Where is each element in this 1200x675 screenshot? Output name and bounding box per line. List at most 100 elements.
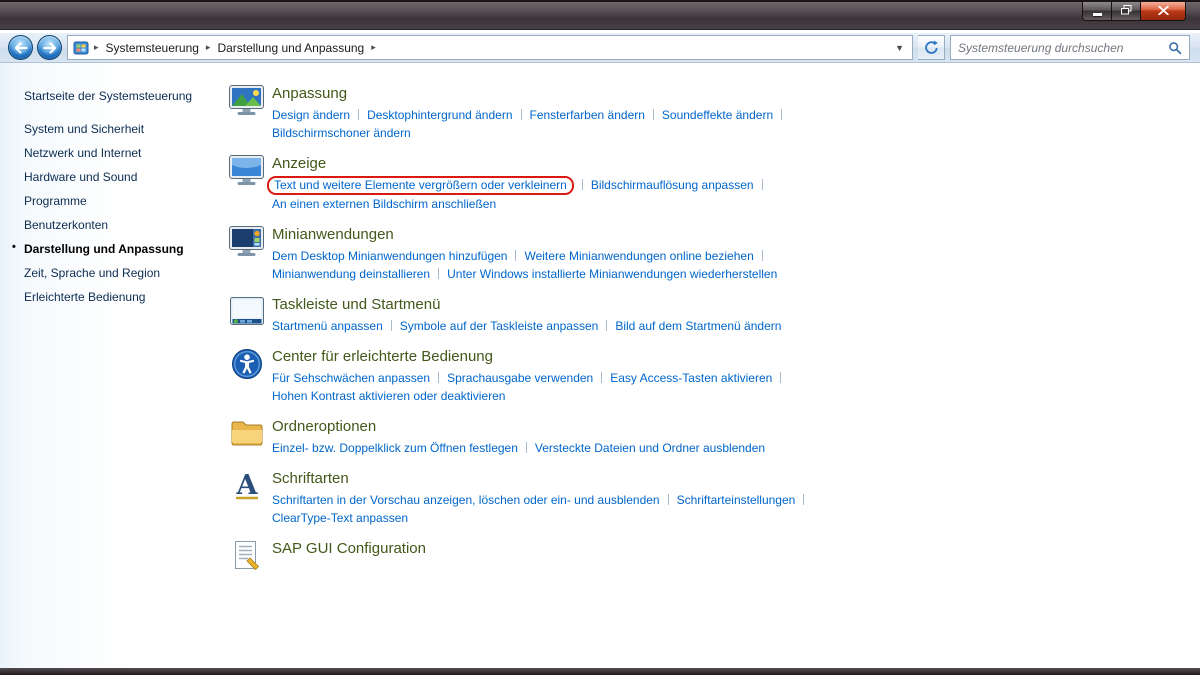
task-link[interactable]: Bildschirmauflösung anpassen bbox=[591, 178, 754, 192]
section-body: Ordneroptionen Einzel- bzw. Doppelklick z… bbox=[272, 417, 765, 457]
search-input[interactable] bbox=[958, 41, 1168, 55]
fonts-icon[interactable]: A bbox=[228, 469, 266, 527]
section-body: Minianwendungen Dem Desktop Minianwendung… bbox=[272, 225, 777, 283]
current-item-bullet-icon: • bbox=[12, 241, 16, 253]
display-icon[interactable] bbox=[228, 154, 266, 213]
task-link[interactable]: Weitere Minianwendungen online beziehen bbox=[524, 249, 753, 263]
section-title-sap-gui-configuration[interactable]: SAP GUI Configuration bbox=[272, 540, 426, 557]
sidebar-item-0[interactable]: Startseite der Systemsteuerung bbox=[12, 84, 208, 108]
task-link[interactable]: Design ändern bbox=[272, 108, 350, 122]
search-icon[interactable] bbox=[1168, 41, 1182, 55]
section-title-minianwendungen[interactable]: Minianwendungen bbox=[272, 226, 777, 243]
task-link-row: Bildschirmschoner ändern bbox=[272, 124, 790, 142]
sidebar-item-label: Erleichterte Bedienung bbox=[24, 290, 145, 304]
back-button[interactable] bbox=[8, 35, 33, 60]
task-link[interactable]: Bild auf dem Startmenü ändern bbox=[615, 319, 781, 333]
task-link[interactable]: Easy Access-Tasten aktivieren bbox=[610, 371, 772, 385]
folder-options-icon[interactable] bbox=[228, 417, 266, 457]
section-title-schriftarten[interactable]: Schriftarten bbox=[272, 470, 812, 487]
sidebar-item-6[interactable]: •Darstellung und Anpassung bbox=[12, 237, 208, 261]
address-bar[interactable]: ▸Systemsteuerung▸Darstellung und Anpassu… bbox=[67, 35, 913, 60]
section-title-anpassung[interactable]: Anpassung bbox=[272, 85, 790, 102]
section-title-anzeige[interactable]: Anzeige bbox=[272, 155, 771, 172]
sidebar-item-7[interactable]: Zeit, Sprache und Region bbox=[12, 261, 208, 285]
restore-icon bbox=[1121, 2, 1132, 20]
section-anpassung: Anpassung Design ändern Desktophintergrund… bbox=[228, 84, 1190, 142]
refresh-button[interactable] bbox=[918, 35, 945, 60]
restore-button[interactable] bbox=[1112, 2, 1140, 21]
link-separator bbox=[526, 442, 527, 453]
task-link-row: Design ändern Desktophintergrund ändern Fe… bbox=[272, 106, 790, 124]
task-link[interactable]: Text und weitere Elemente vergrößern ode… bbox=[267, 176, 574, 195]
task-link[interactable]: ClearType-Text anpassen bbox=[272, 511, 408, 525]
task-link[interactable]: Unter Windows installierte Minianwendung… bbox=[447, 267, 777, 281]
task-link[interactable]: Fensterfarben ändern bbox=[530, 108, 645, 122]
task-link-row: Für Sehschwächen anpassen Sprachausgabe v… bbox=[272, 369, 789, 387]
breadcrumb-chevron-icon[interactable]: ▸ bbox=[369, 42, 378, 53]
forward-arrow-icon bbox=[43, 42, 57, 54]
taskbar-icon[interactable] bbox=[228, 295, 266, 335]
link-separator bbox=[521, 109, 522, 120]
section-minianwendungen: Minianwendungen Dem Desktop Minianwendung… bbox=[228, 225, 1190, 283]
task-link-row: Einzel- bzw. Doppelklick zum Öffnen fest… bbox=[272, 439, 765, 457]
task-link[interactable]: Versteckte Dateien und Ordner ausblenden bbox=[535, 441, 765, 455]
task-link[interactable]: An einen externen Bildschirm anschließen bbox=[272, 197, 496, 211]
sidebar-item-4[interactable]: Programme bbox=[12, 189, 208, 213]
task-link[interactable]: Bildschirmschoner ändern bbox=[272, 126, 411, 140]
breadcrumb-item[interactable]: Systemsteuerung bbox=[101, 38, 204, 58]
ease-of-access-icon[interactable] bbox=[228, 347, 266, 405]
task-link[interactable]: Desktophintergrund ändern bbox=[367, 108, 512, 122]
section-title-ordneroptionen[interactable]: Ordneroptionen bbox=[272, 418, 765, 435]
section-body: Taskleiste und Startmenü Startmenü anpass… bbox=[272, 295, 781, 335]
gadgets-icon[interactable] bbox=[228, 225, 266, 283]
task-link-row: Hohen Kontrast aktivieren oder deaktivie… bbox=[272, 387, 789, 405]
breadcrumb-chevron-icon[interactable]: ▸ bbox=[92, 42, 101, 53]
sidebar: Startseite der Systemsteuerung System und… bbox=[0, 63, 208, 668]
link-separator bbox=[606, 320, 607, 331]
breadcrumb-chevron-icon[interactable]: ▸ bbox=[204, 42, 213, 53]
task-link[interactable]: Für Sehschwächen anpassen bbox=[272, 371, 430, 385]
back-arrow-icon bbox=[14, 42, 28, 54]
section-body: Schriftarten Schriftarten in der Vorschau… bbox=[272, 469, 812, 527]
close-icon bbox=[1158, 2, 1169, 20]
personalization-icon[interactable] bbox=[228, 84, 266, 142]
task-link[interactable]: Symbole auf der Taskleiste anpassen bbox=[400, 319, 599, 333]
caption-buttons bbox=[1082, 2, 1186, 21]
task-link[interactable]: Soundeffekte ändern bbox=[662, 108, 773, 122]
sap-gui-icon[interactable] bbox=[228, 539, 266, 572]
task-link[interactable]: Startmenü anpassen bbox=[272, 319, 383, 333]
control-panel-icon[interactable] bbox=[73, 40, 89, 56]
task-link[interactable]: Dem Desktop Minianwendungen hinzufügen bbox=[272, 249, 507, 263]
task-link-row: An einen externen Bildschirm anschließen bbox=[272, 195, 771, 213]
sidebar-item-2[interactable]: Netzwerk und Internet bbox=[12, 141, 208, 165]
sidebar-item-label: System und Sicherheit bbox=[24, 122, 144, 136]
address-dropdown-icon[interactable]: ▼ bbox=[889, 43, 910, 53]
minimize-button[interactable] bbox=[1082, 2, 1112, 21]
task-link[interactable]: Hohen Kontrast aktivieren oder deaktivie… bbox=[272, 389, 505, 403]
section-title-taskleiste-und-startmenue[interactable]: Taskleiste und Startmenü bbox=[272, 296, 781, 313]
section-body: Center für erleichterte Bedienung Für Seh… bbox=[272, 347, 789, 405]
section-title-center-fuer-erleichterte-bedienung[interactable]: Center für erleichterte Bedienung bbox=[272, 348, 789, 365]
task-link[interactable]: Einzel- bzw. Doppelklick zum Öffnen fest… bbox=[272, 441, 518, 455]
task-link-row: ClearType-Text anpassen bbox=[272, 509, 812, 527]
breadcrumb: ▸Systemsteuerung▸Darstellung und Anpassu… bbox=[92, 38, 889, 58]
section-schriftarten: A Schriftarten Schriftarten in der Vorscha… bbox=[228, 469, 1190, 527]
refresh-icon bbox=[924, 40, 939, 55]
task-link[interactable]: Minianwendung deinstallieren bbox=[272, 267, 430, 281]
sidebar-item-3[interactable]: Hardware und Sound bbox=[12, 165, 208, 189]
task-link[interactable]: Schriftarteinstellungen bbox=[677, 493, 796, 507]
title-bar[interactable] bbox=[0, 0, 1200, 30]
sidebar-item-8[interactable]: Erleichterte Bedienung bbox=[12, 285, 208, 309]
close-button[interactable] bbox=[1140, 2, 1186, 21]
sidebar-item-5[interactable]: Benutzerkonten bbox=[12, 213, 208, 237]
link-separator bbox=[653, 109, 654, 120]
sidebar-item-1[interactable]: System und Sicherheit bbox=[12, 117, 208, 141]
task-link[interactable]: Schriftarten in der Vorschau anzeigen, l… bbox=[272, 493, 660, 507]
link-separator bbox=[762, 179, 763, 190]
link-separator bbox=[601, 372, 602, 383]
link-separator bbox=[358, 109, 359, 120]
breadcrumb-item[interactable]: Darstellung und Anpassung bbox=[212, 38, 369, 58]
forward-button[interactable] bbox=[37, 35, 62, 60]
link-separator bbox=[781, 109, 782, 120]
task-link[interactable]: Sprachausgabe verwenden bbox=[447, 371, 593, 385]
